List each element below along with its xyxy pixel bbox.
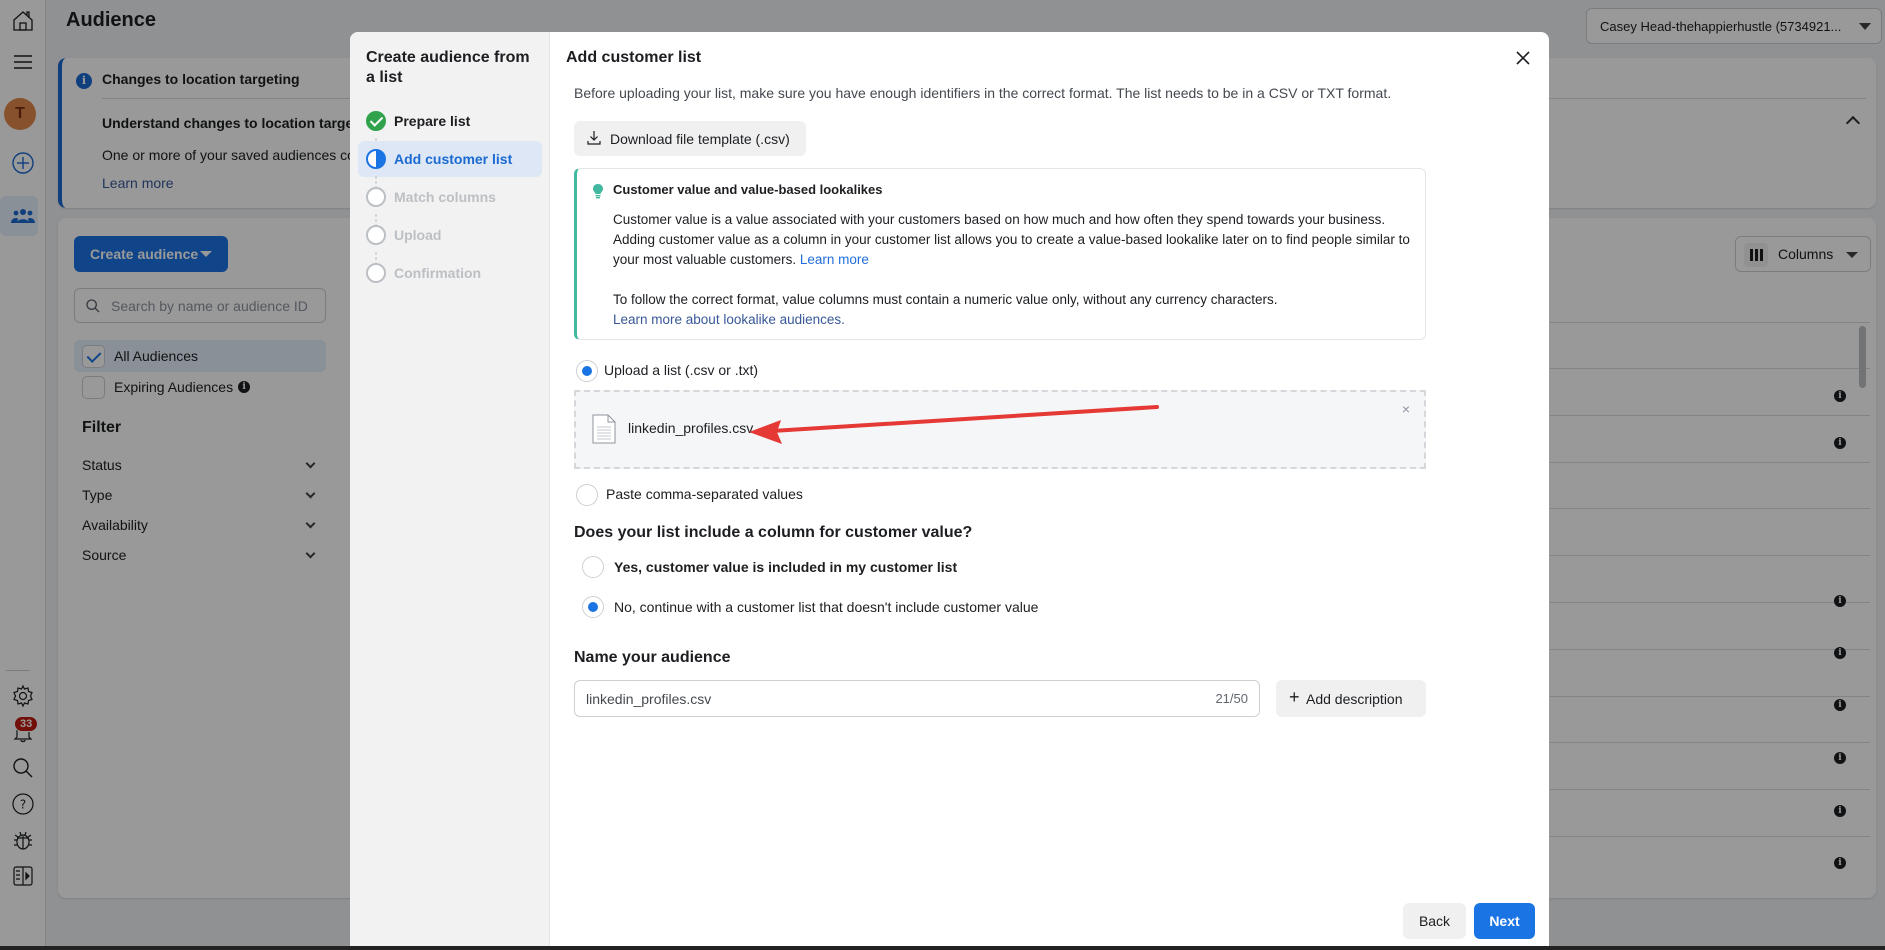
radio-label: Upload a list (.csv or .txt) (604, 362, 759, 378)
tip-format-note: To follow the correct format, value colu… (613, 290, 1423, 330)
steps-panel: Create audience from a list Prepare list… (350, 32, 550, 946)
audience-name-value: linkedin_profiles.csv (586, 690, 712, 707)
steps-title: Create audience from a list (366, 49, 530, 86)
step-label: Match columns (394, 189, 496, 205)
modal-description: Before uploading your list, make sure yo… (574, 85, 1392, 101)
character-count: 21/50 (1215, 691, 1248, 706)
empty-circle-icon (366, 187, 386, 207)
file-dropzone[interactable]: linkedin_profiles.csv × (574, 390, 1426, 469)
radio-label: Paste comma-separated values (606, 486, 803, 502)
step-label: Prepare list (394, 113, 471, 129)
download-label: Download file template (.csv) (610, 130, 790, 147)
empty-circle-icon (366, 263, 386, 283)
step-match-columns: Match columns (358, 179, 542, 215)
radio-label: No, continue with a customer list that d… (614, 599, 1039, 615)
download-icon (587, 131, 601, 145)
tip-body: Customer value is a value associated wit… (613, 210, 1423, 270)
radio-paste-values[interactable] (576, 484, 598, 506)
step-label: Upload (394, 227, 442, 243)
tip-body-text: Customer value is a value associated wit… (613, 212, 1410, 267)
half-circle-icon (366, 149, 386, 169)
create-audience-modal: Create audience from a list Prepare list… (350, 32, 1549, 946)
step-confirmation: Confirmation (358, 255, 542, 291)
name-audience-heading: Name your audience (574, 649, 731, 666)
radio-label: Yes, customer value is included in my cu… (614, 559, 958, 575)
modal-title: Add customer list (566, 49, 702, 66)
step-label: Add customer list (394, 151, 513, 167)
add-description-label: Add description (1306, 690, 1403, 707)
step-add-customer-list[interactable]: Add customer list (358, 141, 542, 177)
customer-value-tip: Customer value and value-based lookalike… (574, 168, 1426, 340)
learn-more-link[interactable]: Learn more (800, 252, 869, 267)
radio-value-no[interactable] (582, 596, 604, 618)
tip-format-text: To follow the correct format, value colu… (613, 292, 1278, 307)
step-upload: Upload (358, 217, 542, 253)
plus-icon: + (1289, 687, 1300, 707)
close-button[interactable] (1511, 46, 1535, 70)
audience-name-input[interactable]: linkedin_profiles.csv 21/50 (574, 680, 1260, 717)
taskbar-edge (0, 946, 1885, 950)
add-description-button[interactable]: + Add description (1276, 680, 1426, 717)
download-template-button[interactable]: Download file template (.csv) (574, 121, 806, 156)
lookalike-learn-more-link[interactable]: Learn more about lookalike audiences. (613, 312, 845, 327)
radio-value-yes[interactable] (582, 556, 604, 578)
back-button[interactable]: Back (1403, 903, 1466, 939)
check-circle-icon (366, 111, 386, 131)
remove-file-button[interactable]: × (1402, 401, 1410, 417)
lightbulb-icon (593, 184, 603, 199)
modal-content: Add customer list Before uploading your … (550, 32, 1549, 946)
tip-title: Customer value and value-based lookalike… (613, 182, 883, 197)
customer-value-question: Does your list include a column for cust… (574, 524, 973, 541)
step-label: Confirmation (394, 265, 482, 281)
close-icon (1516, 51, 1530, 65)
file-icon (592, 414, 616, 444)
empty-circle-icon (366, 225, 386, 245)
radio-upload-list[interactable] (576, 360, 598, 382)
step-prepare-list[interactable]: Prepare list (358, 103, 542, 139)
next-button[interactable]: Next (1474, 903, 1535, 939)
uploaded-file-name: linkedin_profiles.csv (628, 420, 754, 436)
